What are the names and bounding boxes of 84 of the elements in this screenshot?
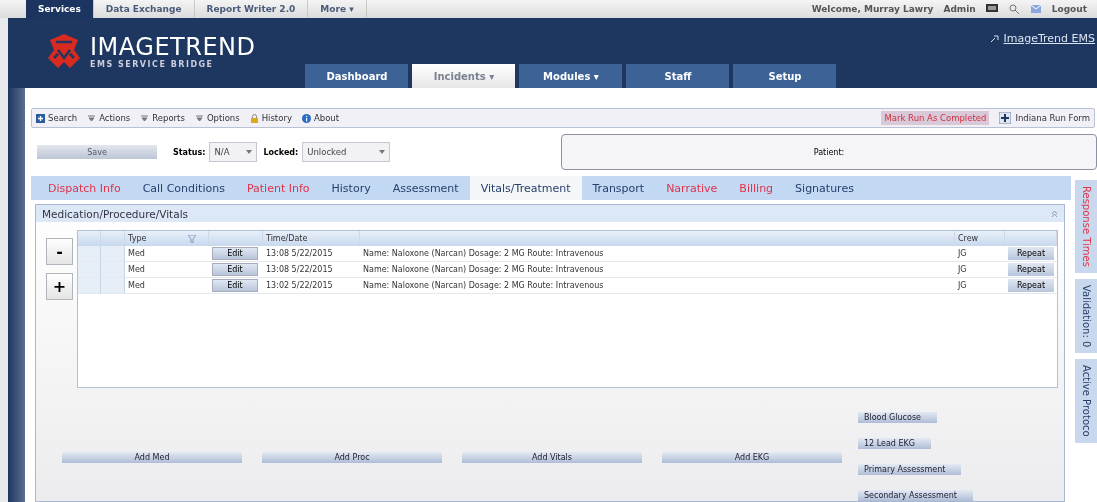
toolbar-item[interactable]: Actions (99, 113, 131, 123)
plus-icon (999, 112, 1012, 124)
mail-icon[interactable] (1029, 4, 1042, 14)
locked-label: Locked: (263, 147, 299, 157)
column-header[interactable]: Type (128, 234, 147, 243)
panel-title: Medication/Procedure/Vitals (42, 207, 189, 220)
table-cell: JG (958, 265, 967, 274)
side-tab[interactable]: Active Protoco (1075, 359, 1097, 443)
header-cell (78, 231, 101, 246)
quick-button[interactable]: Secondary Assessment (858, 490, 973, 501)
row-selector-cell[interactable] (101, 278, 125, 294)
table-cell: 13:08 5/22/2015 (266, 249, 333, 258)
table-cell: Name: Naloxone (Narcan) Dosage: 2 MG Route: Intravenous (363, 281, 604, 290)
table-cell: JG (958, 281, 967, 290)
welcome-text: Welcome, Murray Lawry (811, 4, 934, 14)
toolbar-item[interactable]: Search (48, 113, 78, 123)
edit-button[interactable]: Edit (212, 247, 258, 260)
logout-link[interactable]: Logout (1051, 4, 1087, 14)
table-cell: Name: Naloxone (Narcan) Dosage: 2 MG Route: Intravenous (363, 265, 604, 274)
lock-icon (249, 113, 259, 123)
repeat-button[interactable]: Repeat (1008, 263, 1054, 276)
nav-tab[interactable]: Dashboard (305, 64, 409, 88)
patient-label: Patient: (813, 147, 845, 157)
repeat-button[interactable]: Repeat (1008, 247, 1054, 260)
logo-title: IMAGETREND (90, 33, 256, 60)
table-cell: Med (128, 281, 145, 290)
table-cell: Med (128, 265, 145, 274)
admin-link[interactable]: Admin (943, 4, 976, 14)
edit-button[interactable]: Edit (212, 279, 258, 292)
monitor-icon[interactable] (985, 4, 998, 14)
form-tab[interactable]: Transport (581, 176, 656, 200)
dropdown-icon (194, 113, 204, 123)
form-tab[interactable]: History (320, 176, 382, 200)
edit-button[interactable]: Edit (212, 263, 258, 276)
toolbar-item[interactable]: About (313, 113, 340, 123)
collapse-icon[interactable] (1051, 210, 1058, 217)
caret-icon (379, 150, 386, 154)
row-button[interactable]: - (46, 238, 73, 265)
form-tab[interactable]: Call Conditions (131, 176, 236, 200)
row-selector-cell[interactable] (101, 262, 125, 278)
link-icon (989, 34, 1000, 43)
table-cell: 13:08 5/22/2015 (266, 265, 333, 274)
add-button[interactable]: Add EKG (662, 452, 842, 463)
form-tab[interactable]: Assessment (381, 176, 470, 200)
header-link[interactable]: ImageTrend EMS (1003, 32, 1095, 45)
search-icon[interactable] (1007, 4, 1020, 14)
toolbar-item[interactable]: History (261, 113, 292, 123)
form-tab[interactable]: Vitals/Treatment (469, 176, 582, 200)
row-selector-cell[interactable] (78, 246, 101, 262)
logo-subtitle: EMS SERVICE BRIDGE (90, 59, 215, 69)
dropdown-icon (87, 113, 97, 123)
table-cell: JG (958, 249, 967, 258)
quick-button[interactable]: Primary Assessment (858, 464, 962, 475)
filter-icon[interactable] (188, 234, 196, 243)
toolbar-item[interactable]: Reports (152, 113, 185, 123)
nav-tab[interactable]: Staff (626, 64, 730, 88)
status-select[interactable]: N/A (209, 142, 258, 162)
toolbar-item[interactable]: Options (206, 113, 240, 123)
run-form-link[interactable]: Indiana Run Form (1015, 113, 1090, 123)
dropdown-icon (140, 113, 150, 123)
top-tab[interactable]: Services (26, 0, 94, 18)
side-tab[interactable]: Validation: 0 (1075, 278, 1097, 354)
table-cell: Med (128, 249, 145, 258)
nav-tab[interactable]: Modules ▾ (519, 64, 623, 88)
save-button[interactable]: Save (37, 145, 157, 159)
table-cell: 13:02 5/22/2015 (266, 281, 333, 290)
quick-button[interactable]: Blood Glucose (858, 412, 937, 423)
status-label: Status: (173, 147, 206, 157)
add-button[interactable]: Add Proc (262, 452, 442, 463)
search-icon (36, 113, 45, 123)
repeat-button[interactable]: Repeat (1008, 279, 1054, 292)
add-button[interactable]: Add Vitals (462, 452, 642, 463)
nav-tab[interactable]: Setup (733, 64, 837, 88)
locked-select[interactable]: Unlocked (302, 142, 391, 162)
add-button[interactable]: Add Med (62, 452, 242, 463)
info-icon (301, 113, 311, 123)
row-selector-cell[interactable] (101, 246, 125, 262)
table-cell: Name: Naloxone (Narcan) Dosage: 2 MG Route: Intravenous (363, 249, 604, 258)
quick-button[interactable]: 12 Lead EKG (858, 438, 931, 449)
row-button[interactable]: + (46, 273, 73, 300)
caret-icon (246, 150, 253, 154)
form-tab[interactable]: Signatures (784, 176, 865, 200)
row-selector-cell[interactable] (78, 278, 101, 294)
row-selector-cell[interactable] (78, 262, 101, 278)
